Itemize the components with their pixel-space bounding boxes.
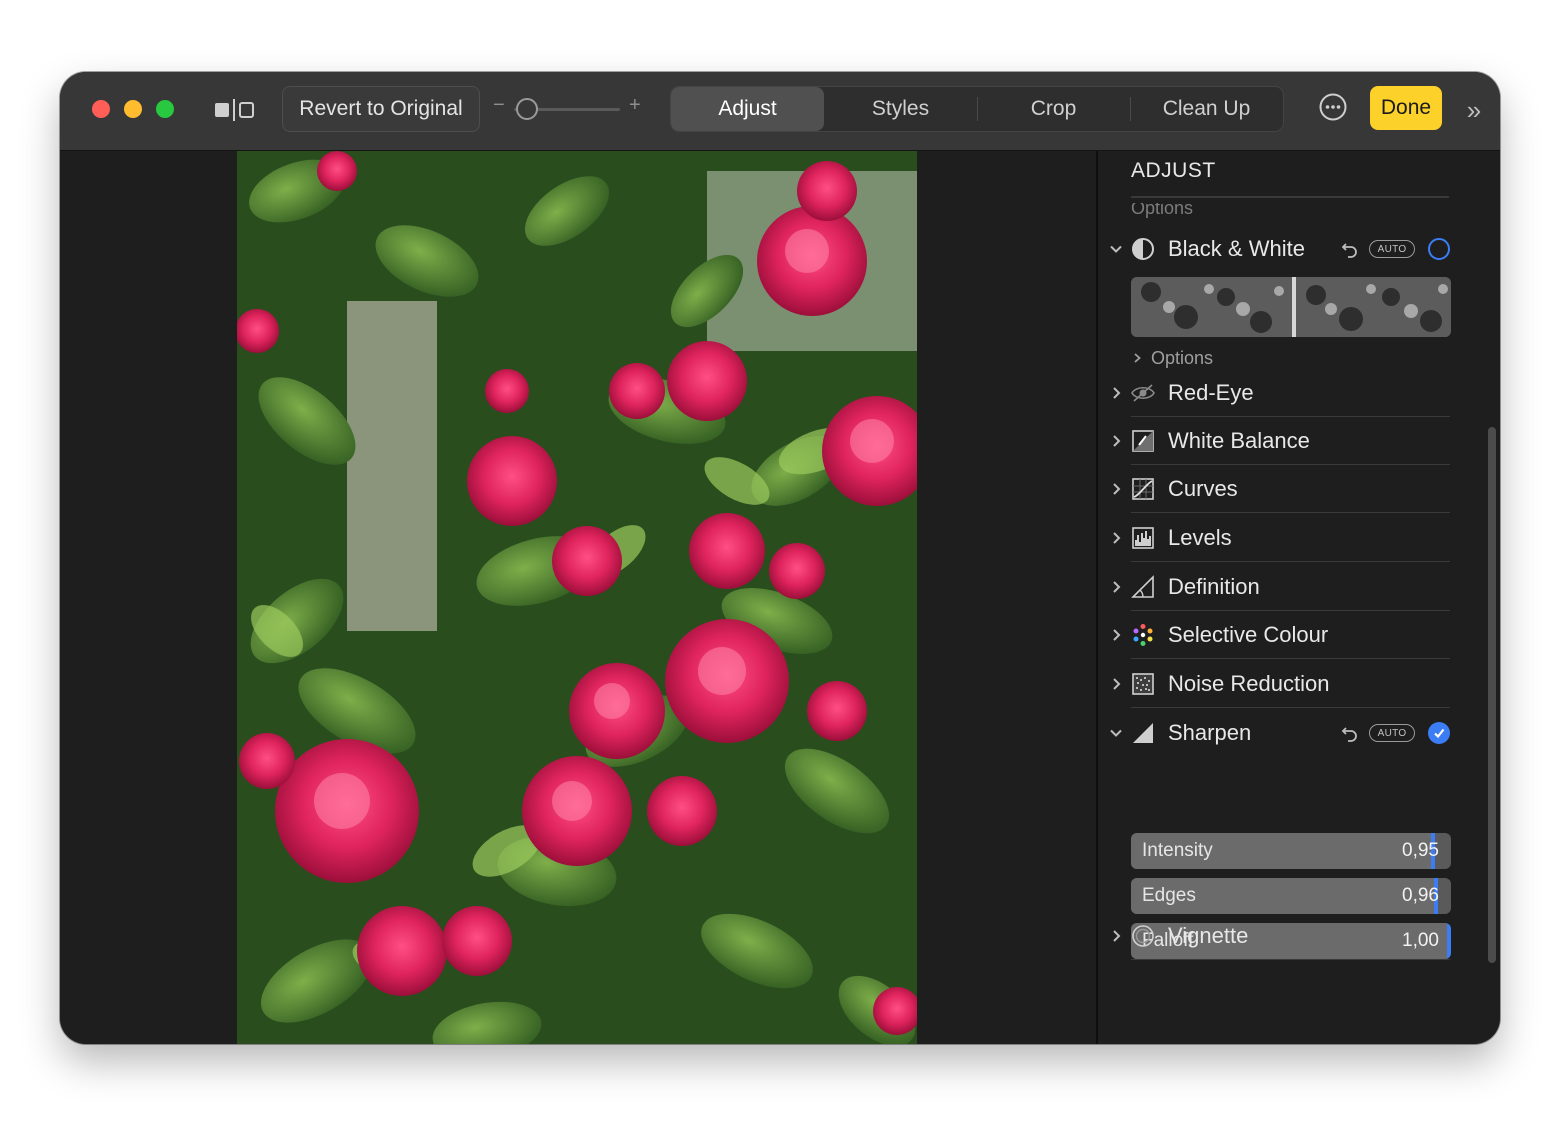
white-balance-icon: [1131, 429, 1155, 453]
adjust-row-label: Red-Eye: [1168, 380, 1254, 405]
adjust-row-sharpen[interactable]: Sharpen AUTO: [1098, 709, 1500, 757]
bw-thumbnail-image: [1131, 277, 1451, 337]
adjust-row-levels[interactable]: Levels: [1098, 514, 1500, 562]
chevron-right-icon[interactable]: [1108, 660, 1124, 708]
toolbar-overflow-button[interactable]: »: [1458, 94, 1490, 125]
auto-button[interactable]: AUTO: [1369, 724, 1415, 742]
panel-title-divider: [1131, 196, 1449, 198]
sharpen-icon: [1131, 721, 1155, 745]
chevron-right-icon[interactable]: [1108, 563, 1124, 611]
sharpen-edges-slider[interactable]: Edges 0,96: [1131, 878, 1451, 914]
adjust-panel: ADJUST Options Black & White AUTO Option…: [1098, 151, 1500, 1044]
adjust-row-label: Vignette: [1168, 923, 1249, 948]
black-white-icon: [1131, 237, 1155, 261]
chevron-right-icon[interactable]: [1108, 611, 1124, 659]
undo-icon[interactable]: [1340, 723, 1360, 743]
checkmark-icon: [1434, 728, 1445, 739]
tab-clean-up[interactable]: Clean Up: [1130, 87, 1283, 131]
panel-title: ADJUST: [1131, 159, 1216, 182]
red-eye-icon: [1131, 381, 1155, 405]
selective-colour-icon: [1131, 623, 1155, 647]
adjust-row-label: Definition: [1168, 574, 1260, 599]
adjust-row-label: Levels: [1168, 525, 1232, 550]
split-view-icon: [215, 99, 254, 121]
close-window-button[interactable]: [92, 100, 110, 118]
adjust-row-curves[interactable]: Curves: [1098, 465, 1500, 513]
chevron-right-icon[interactable]: [1108, 417, 1124, 465]
revert-to-original-button[interactable]: Revert to Original: [282, 86, 480, 132]
slider-label: Intensity: [1142, 840, 1213, 861]
vignette-icon: [1131, 924, 1155, 948]
tab-adjust[interactable]: Adjust: [671, 87, 824, 131]
panel-scrollbar[interactable]: [1488, 427, 1496, 963]
slider-label: Edges: [1142, 885, 1196, 906]
black-white-options-disclosure[interactable]: Options: [1131, 344, 1213, 372]
slider-value: 0,96: [1402, 885, 1439, 906]
adjust-row-white-balance[interactable]: White Balance: [1098, 417, 1500, 465]
photo-image: [237, 151, 917, 1044]
row-separator: [1131, 658, 1450, 659]
adjust-row-label: White Balance: [1168, 428, 1310, 453]
chevron-right-icon[interactable]: [1108, 465, 1124, 513]
double-chevron-right-icon: »: [1466, 94, 1482, 125]
zoom-in-label: +: [629, 94, 641, 116]
adjust-row-selective-colour[interactable]: Selective Colour: [1098, 611, 1500, 659]
adjust-row-noise-reduction[interactable]: Noise Reduction: [1098, 660, 1500, 708]
photo-canvas: [60, 151, 1096, 1044]
adjust-row-label: Curves: [1168, 476, 1238, 501]
done-button[interactable]: Done: [1370, 86, 1442, 130]
slider-value: 0,95: [1402, 840, 1439, 861]
black-white-preview-strip[interactable]: [1131, 277, 1451, 337]
chevron-right-icon[interactable]: [1108, 912, 1124, 960]
zoom-slider-knob[interactable]: [516, 98, 538, 120]
adjust-row-label: Sharpen: [1168, 720, 1252, 745]
auto-button[interactable]: AUTO: [1369, 240, 1415, 258]
row-separator: [1131, 959, 1450, 960]
adjust-row-vignette[interactable]: Vignette: [1098, 912, 1500, 960]
row-separator: [1131, 561, 1450, 562]
curves-icon: [1131, 477, 1155, 501]
chevron-right-icon[interactable]: [1108, 369, 1124, 417]
adjust-row-label: Black & White: [1168, 236, 1305, 261]
ellipsis-circle-icon: [1319, 93, 1347, 121]
row-separator: [1131, 707, 1450, 708]
adjust-row-label: Selective Colour: [1168, 622, 1329, 647]
adjust-row-definition[interactable]: Definition: [1098, 563, 1500, 611]
chevron-down-icon[interactable]: [1108, 225, 1124, 273]
zoom-out-label: −: [493, 94, 505, 116]
minimize-window-button[interactable]: [124, 100, 142, 118]
levels-icon: [1131, 526, 1155, 550]
undo-icon[interactable]: [1340, 239, 1360, 259]
edit-mode-tabs: Adjust Styles Crop Clean Up: [670, 86, 1284, 132]
adjust-row-red-eye[interactable]: Red-Eye: [1098, 369, 1500, 417]
toolbar: Revert to Original − + Adjust Styles Cro…: [60, 72, 1500, 151]
tab-styles[interactable]: Styles: [824, 87, 977, 131]
enable-toggle-on[interactable]: [1428, 722, 1450, 744]
adjust-row-label: Noise Reduction: [1168, 671, 1330, 696]
row-separator: [1131, 512, 1450, 513]
bw-preview-handle[interactable]: [1292, 277, 1296, 337]
options-label: Options: [1151, 348, 1214, 368]
rose-bush-photo[interactable]: [237, 151, 917, 1044]
scrolled-options-label: Options: [1131, 203, 1194, 218]
sharpen-intensity-slider[interactable]: Intensity 0,95: [1131, 833, 1451, 869]
noise-reduction-icon: [1131, 672, 1155, 696]
compare-toggle-button[interactable]: [212, 96, 258, 124]
chevron-right-icon[interactable]: [1108, 514, 1124, 562]
enable-toggle-off[interactable]: [1428, 238, 1450, 260]
chevron-down-icon[interactable]: [1108, 709, 1124, 757]
more-options-button[interactable]: [1318, 92, 1348, 122]
tab-crop[interactable]: Crop: [977, 87, 1130, 131]
zoom-window-button[interactable]: [156, 100, 174, 118]
definition-icon: [1131, 575, 1155, 599]
adjust-row-black-white[interactable]: Black & White AUTO: [1098, 225, 1500, 273]
photos-edit-window: Revert to Original − + Adjust Styles Cro…: [60, 72, 1500, 1044]
